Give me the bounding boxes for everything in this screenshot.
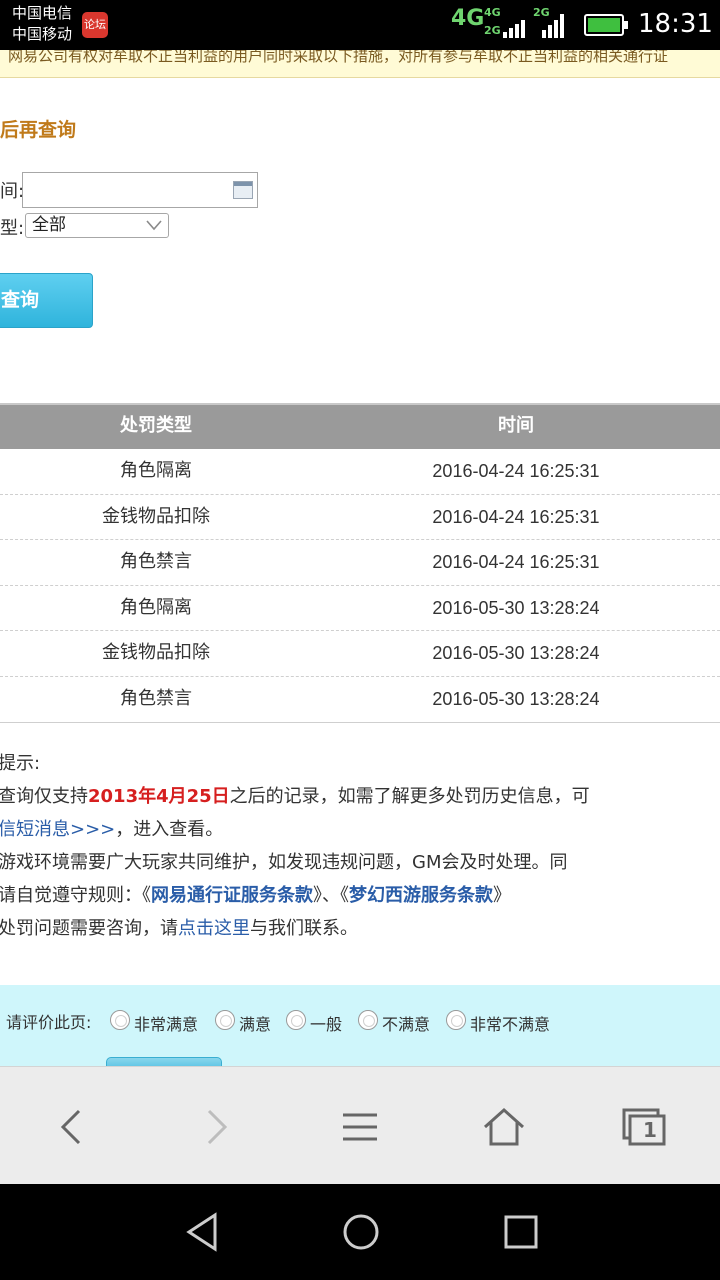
cell-penalty-type: 角色禁言	[120, 551, 192, 572]
nav-recents-icon[interactable]	[501, 1212, 541, 1252]
rating-option[interactable]: 非常不满意	[446, 1005, 550, 1035]
game-terms-link[interactable]: 梦幻西游服务条款	[349, 885, 493, 906]
battery-icon	[584, 14, 628, 36]
table-row: 金钱物品扣除 2016-05-30 13:28:24	[0, 631, 720, 677]
clock: 18:31	[638, 9, 713, 39]
forward-icon[interactable]	[186, 1097, 246, 1157]
cell-penalty-type: 金钱物品扣除	[102, 642, 210, 663]
cell-time: 2016-05-30 13:28:24	[432, 643, 600, 663]
table-header: 处罚类型 时间	[0, 403, 720, 449]
notice-marquee: 网易公司有权对牟取不正当利益的用户同时采取以下措施，对所有参与牟取不正当利益的相…	[0, 50, 720, 78]
forum-app-icon: 论坛	[82, 12, 108, 38]
table-divider	[0, 722, 720, 724]
cell-penalty-type: 角色隔离	[120, 460, 192, 481]
back-icon[interactable]	[42, 1097, 102, 1157]
calendar-icon[interactable]	[233, 181, 253, 199]
tips-line-5-b: 与我们联系。	[250, 918, 358, 939]
signal-strength-icon-2	[542, 12, 564, 38]
cell-penalty-type: 角色禁言	[120, 687, 192, 709]
tips-line-2: 信短消息>>>，进入查看。	[0, 818, 720, 851]
contact-link[interactable]: 点击这里	[178, 918, 250, 939]
tips-line-3: 游戏环境需要广大玩家共同维护，如发现违规问题，GM会及时处理。同	[0, 852, 568, 873]
tips-line-4-a: 请自觉遵守规则：《	[0, 885, 151, 906]
cell-time: 2016-04-24 16:25:31	[432, 552, 600, 572]
tips-line-5: 处罚问题需要咨询，请点击这里与我们联系。	[0, 917, 720, 950]
tips-line-4: 请自觉遵守规则：《网易通行证服务条款》、《梦幻西游服务条款》	[0, 884, 720, 917]
network-sub-label-1: 4G	[484, 6, 501, 19]
radio-button[interactable]	[358, 1010, 378, 1030]
section-title: 后再查询	[0, 119, 77, 141]
date-input[interactable]	[22, 172, 258, 208]
browser-toolbar: 1	[0, 1066, 720, 1184]
tips-line-1-b: 之后的记录，如需了解更多处罚历史信息，可	[229, 786, 590, 807]
penalty-table: 处罚类型 时间 角色隔离 2016-04-24 16:25:31 金钱物品扣除 …	[0, 403, 720, 724]
cell-time: 2016-04-24 16:25:31	[432, 461, 600, 481]
date-label: 间:	[0, 181, 25, 202]
header-penalty-type: 处罚类型	[120, 415, 192, 436]
rating-option[interactable]: 非常满意	[110, 1005, 198, 1035]
table-row: 角色禁言 2016-04-24 16:25:31	[0, 540, 720, 586]
netease-terms-link[interactable]: 网易通行证服务条款	[151, 885, 313, 906]
radio-button[interactable]	[286, 1010, 306, 1030]
rating-option-label: 非常满意	[134, 1015, 199, 1034]
rating-option[interactable]: 满意	[215, 1005, 271, 1035]
tips-line-5-a: 处罚问题需要咨询，请	[0, 918, 178, 939]
table-row: 金钱物品扣除 2016-04-24 16:25:31	[0, 495, 720, 540]
status-bar: 中国电信 中国移动 论坛 4G 4G 2G 2G 18:31	[0, 0, 720, 50]
chevron-down-icon	[146, 217, 162, 239]
page-rating: 请评价此页: 非常满意 满意 一般 不满意 非常不满意	[0, 985, 720, 1069]
carrier-label-2: 中国移动	[12, 25, 73, 43]
cell-penalty-type: 角色隔离	[120, 596, 192, 618]
tips-date-highlight: 2013年4月25日	[88, 786, 230, 807]
nav-back-icon[interactable]	[183, 1212, 223, 1252]
network-type-label: 4G	[451, 6, 485, 31]
type-select[interactable]: 全部	[25, 213, 169, 238]
network-sub-label-2: 2G	[484, 24, 501, 37]
radio-button[interactable]	[110, 1010, 130, 1030]
nav-home-icon[interactable]	[341, 1212, 381, 1252]
tips-line-1: 查询仅支持2013年4月25日之后的记录，如需了解更多处罚历史信息，可	[0, 785, 720, 818]
table-row: 角色隔离 2016-05-30 13:28:24	[0, 586, 720, 631]
table-row: 角色禁言 2016-05-30 13:28:24	[0, 677, 720, 723]
query-button[interactable]: 查询	[0, 273, 93, 328]
cell-time: 2016-04-24 16:25:31	[432, 506, 600, 527]
signal-strength-icon	[503, 14, 525, 38]
tabs-icon[interactable]: 1	[614, 1097, 674, 1157]
cell-time: 2016-05-30 13:28:24	[432, 597, 600, 618]
rating-label: 请评价此页:	[6, 1013, 92, 1032]
header-time: 时间	[498, 415, 534, 436]
tips-section: 提示: 查询仅支持2013年4月25日之后的记录，如需了解更多处罚历史信息，可 …	[0, 752, 720, 950]
rating-option-label: 不满意	[382, 1015, 431, 1034]
tips-line-1-a: 查询仅支持	[0, 786, 88, 807]
tab-count: 1	[643, 1118, 657, 1142]
rating-option-label: 一般	[310, 1015, 343, 1034]
messages-link[interactable]: 信短消息>>>	[0, 819, 115, 840]
rating-option[interactable]: 不满意	[358, 1005, 430, 1035]
cell-time: 2016-05-30 13:28:24	[432, 688, 600, 709]
tips-line-4-mid: 》、《	[313, 885, 349, 906]
home-icon[interactable]	[474, 1097, 534, 1157]
carrier-label-1: 中国电信	[12, 4, 73, 22]
tips-line-2-b: ，进入查看。	[115, 819, 224, 840]
system-navigation-bar	[0, 1184, 720, 1280]
table-row: 角色隔离 2016-04-24 16:25:31	[0, 449, 720, 495]
type-select-value: 全部	[32, 215, 66, 235]
rating-option-label: 非常不满意	[470, 1015, 551, 1034]
type-label: 型:	[0, 218, 25, 239]
tips-line-4-end: 》	[493, 885, 511, 906]
cell-penalty-type: 金钱物品扣除	[102, 505, 210, 527]
notice-text: 网易公司有权对牟取不正当利益的用户同时采取以下措施，对所有参与牟取不正当利益的相…	[8, 50, 669, 65]
radio-button[interactable]	[446, 1010, 466, 1030]
rating-option-label: 满意	[239, 1015, 272, 1034]
menu-icon[interactable]	[330, 1097, 390, 1157]
tips-title: 提示:	[0, 753, 41, 774]
rating-option[interactable]: 一般	[286, 1005, 342, 1035]
radio-button[interactable]	[215, 1010, 235, 1030]
